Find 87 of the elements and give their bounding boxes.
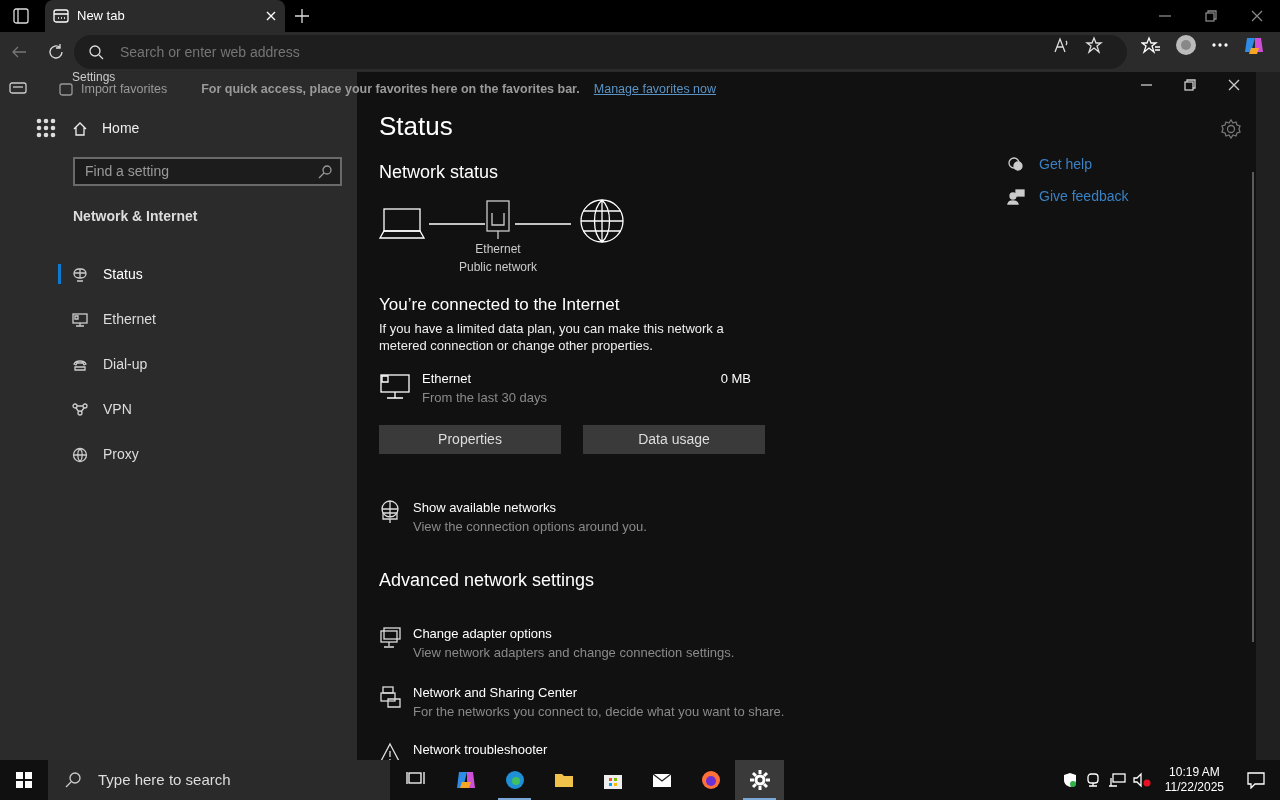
section-heading: Network status: [379, 161, 500, 184]
page-title: Status: [379, 113, 454, 139]
tab-title: New tab: [77, 7, 126, 26]
clock-date: 11/22/2025: [1164, 780, 1224, 795]
minimize-icon: [1159, 15, 1171, 17]
link-title[interactable]: Change adapter options: [413, 623, 735, 644]
scrollbar-thumb[interactable]: [1252, 172, 1254, 642]
action-button[interactable]: Data usage: [583, 424, 765, 454]
globe-icon: [72, 446, 88, 463]
minimize-icon: [1140, 84, 1152, 86]
plus-icon: [293, 7, 311, 25]
nav-item[interactable]: Dial-up: [58, 342, 357, 387]
monitor-icon: [379, 371, 411, 400]
tab-list-icon[interactable]: [9, 81, 27, 95]
settings-icon[interactable]: [1220, 118, 1242, 140]
refresh-icon: [47, 43, 65, 61]
restore-icon: [1182, 77, 1198, 93]
browser-tab[interactable]: New tab: [45, 0, 285, 32]
link-description: View network adapters and change connection settings.: [413, 644, 735, 663]
link-title[interactable]: Network and Sharing Center: [413, 682, 785, 703]
clock[interactable]: 10:19 AM 11/22/2025: [1157, 765, 1231, 795]
link-title[interactable]: Network troubleshooter: [413, 739, 548, 760]
monitors-icon: [379, 625, 401, 650]
favorites-icon[interactable]: [1141, 36, 1161, 54]
help-link[interactable]: Get help: [1039, 154, 1092, 175]
monitor-icon: [72, 311, 88, 328]
profile-icon[interactable]: [1175, 34, 1197, 56]
address-bar[interactable]: Search or enter web address: [74, 35, 1127, 69]
taskbar-search-box[interactable]: Type here to search: [48, 760, 390, 800]
settings-icon: [748, 769, 771, 791]
search-box[interactable]: Find a setting: [73, 157, 342, 186]
apps-grid-icon[interactable]: [36, 118, 56, 138]
usage-amount: 0 MB: [720, 369, 751, 388]
clock-time: 10:19 AM: [1168, 765, 1221, 780]
favorites-bar-hint: For quick access, place your favorites here on the favorites bar.: [201, 80, 580, 98]
nav-item[interactable]: Status: [58, 252, 357, 297]
action-button[interactable]: Properties: [379, 424, 561, 454]
warning-icon: [379, 741, 401, 760]
network-type-label: Public network: [459, 259, 538, 276]
taskbar-app[interactable]: [735, 760, 784, 800]
vpn-icon: [72, 401, 88, 418]
search-icon: [88, 44, 104, 60]
star-icon[interactable]: [1085, 36, 1103, 54]
home-icon: [72, 120, 88, 137]
network-adapter-icon: [483, 198, 513, 240]
link-description: For the networks you connect to, decide what you want to share.: [413, 703, 785, 722]
nav-item[interactable]: Proxy: [58, 432, 357, 477]
home-nav-item[interactable]: Home: [58, 106, 357, 151]
help-chat-icon: [1007, 155, 1025, 174]
globe-monitor-icon: [379, 499, 401, 524]
shield-icon[interactable]: [1061, 772, 1078, 788]
globe-icon: [579, 198, 626, 244]
help-link[interactable]: Give feedback: [1039, 186, 1129, 207]
connector-line: [515, 222, 572, 226]
new-tab-page-icon: [52, 7, 70, 25]
search-icon: [318, 164, 332, 179]
link-description: View the connection options around you.: [413, 518, 647, 537]
restore-icon: [1202, 7, 1220, 25]
adapter-label: Ethernet: [475, 241, 521, 258]
search-field[interactable]: Find a setting: [83, 160, 318, 183]
windows-logo-icon: [15, 771, 33, 789]
import-icon[interactable]: [58, 81, 74, 97]
taskbar-search-field[interactable]: Type here to search: [96, 767, 376, 793]
window-title: Settings: [72, 72, 116, 85]
connection-description: If you have a limited data plan, you can make this network a metered connection or change other properties.: [379, 319, 725, 355]
section-heading: Advanced network settings: [379, 568, 596, 592]
nav-item[interactable]: VPN: [58, 387, 357, 432]
browser-icon: [503, 769, 526, 791]
usage-period: From the last 30 days: [422, 389, 548, 408]
nav-item[interactable]: Ethernet: [58, 297, 357, 342]
feedback-icon: [1007, 187, 1025, 206]
fox-globe-icon: [699, 769, 722, 791]
notification-icon[interactable]: [1246, 771, 1266, 789]
manage-favorites-link[interactable]: Manage favorites now: [593, 79, 717, 99]
close-icon: [1226, 77, 1242, 93]
muted-speaker-icon[interactable]: [1132, 772, 1151, 788]
section-heading: Network & Internet: [73, 207, 199, 226]
colorful-app-icon: [454, 769, 477, 791]
close-icon[interactable]: [264, 9, 278, 23]
search-icon: [64, 771, 82, 789]
connector-line: [429, 222, 485, 226]
connection-status-heading: You’re connected to the Internet: [379, 294, 621, 316]
printer-folder-icon: [379, 684, 401, 709]
status-icon: [72, 266, 88, 283]
usage-name: Ethernet: [422, 369, 473, 388]
link-title[interactable]: Show available networks: [413, 497, 647, 518]
network-icon[interactable]: [1107, 772, 1126, 788]
